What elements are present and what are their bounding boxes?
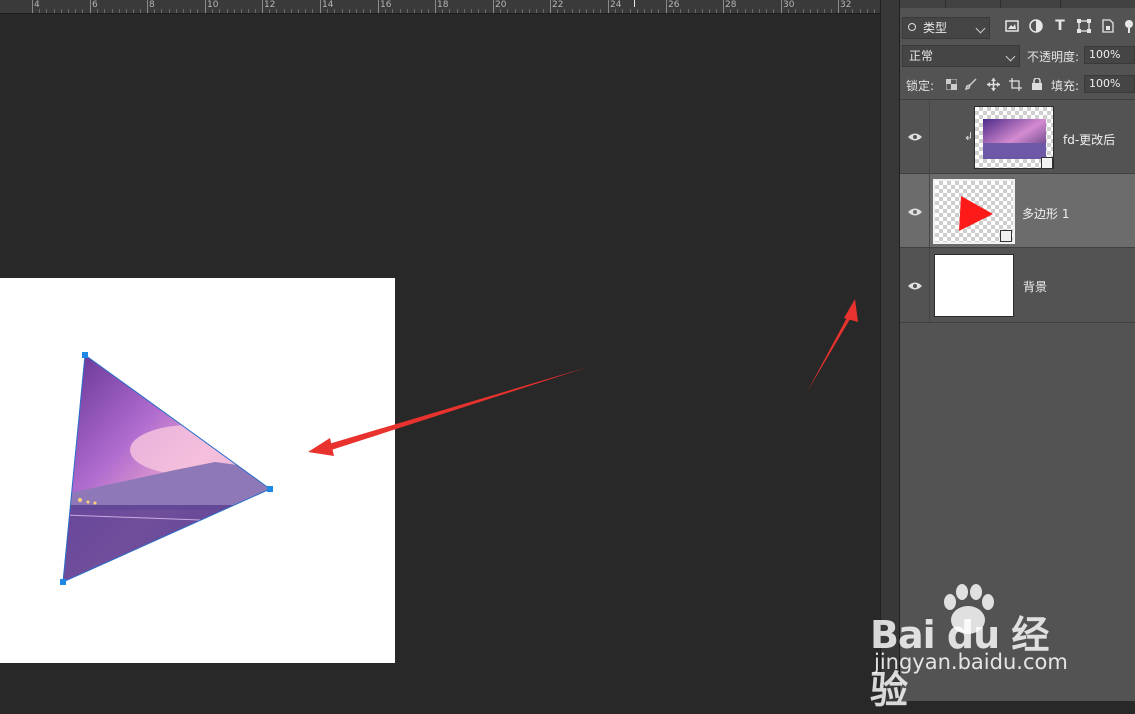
- watermark-url: jingyan.baidu.com: [874, 650, 1068, 674]
- baidu-watermark: Bai du 经验 jingyan.baidu.com: [870, 578, 1080, 712]
- layer-row-background[interactable]: 背景: [900, 248, 1135, 323]
- search-icon: [908, 23, 916, 31]
- filter-kind-label: 类型: [923, 21, 948, 35]
- anchor-handle-right[interactable]: [267, 486, 273, 492]
- blend-mode-dropdown[interactable]: 正常: [902, 45, 1020, 67]
- panel-tab-strip: [900, 0, 1135, 8]
- lock-position-icon[interactable]: [986, 77, 1000, 91]
- layer-filter-dropdown[interactable]: 类型: [902, 17, 990, 39]
- lock-artboard-icon[interactable]: [1008, 77, 1022, 91]
- lock-image-pixels-icon[interactable]: [964, 77, 978, 91]
- annotation-arrow-left: [308, 367, 588, 456]
- annotation-arrow-up: [807, 299, 858, 392]
- lock-all-icon[interactable]: [1030, 77, 1044, 91]
- pixel-layer-filter-icon[interactable]: [1004, 18, 1020, 34]
- lock-label: 锁定:: [906, 79, 935, 93]
- layer-name[interactable]: fd-更改后: [1063, 131, 1115, 148]
- clipping-mask-arrow-icon: ↲: [964, 130, 974, 143]
- blend-mode-label: 正常: [909, 49, 934, 63]
- opacity-label: 不透明度:: [1027, 50, 1080, 64]
- opacity-input[interactable]: 100%: [1084, 46, 1135, 64]
- shape-layer-filter-icon[interactable]: [1076, 18, 1092, 34]
- filter-toggle-icon[interactable]: [1122, 18, 1135, 34]
- layer-name[interactable]: 背景: [1023, 278, 1047, 295]
- type-layer-filter-icon[interactable]: T: [1052, 18, 1068, 34]
- adjustment-layer-filter-icon[interactable]: [1028, 18, 1044, 34]
- eye-icon[interactable]: [908, 281, 922, 291]
- canvas-overlay: [60, 299, 858, 585]
- smart-object-badge-icon: [1041, 157, 1053, 169]
- anchor-handle-top[interactable]: [82, 352, 88, 358]
- eye-icon[interactable]: [908, 132, 922, 142]
- chevron-down-icon: [1005, 51, 1016, 62]
- layer-name[interactable]: 多边形 1: [1022, 205, 1069, 222]
- layer-row-polygon[interactable]: 多边形 1: [900, 174, 1135, 248]
- anchor-handle-bottom[interactable]: [60, 579, 66, 585]
- fill-input[interactable]: 100%: [1084, 75, 1135, 93]
- shape-layer-badge-icon: [1000, 230, 1012, 242]
- layer-row-fd[interactable]: ↲ fd-更改后: [900, 100, 1135, 174]
- triangle-photo-clip: [63, 355, 270, 582]
- lock-transparent-pixels-icon[interactable]: [944, 77, 958, 91]
- fill-label: 填充:: [1051, 79, 1080, 93]
- chevron-down-icon: [975, 23, 986, 34]
- eye-icon[interactable]: [908, 207, 922, 217]
- smart-object-filter-icon[interactable]: [1100, 18, 1116, 34]
- layer-thumbnail[interactable]: [934, 254, 1014, 317]
